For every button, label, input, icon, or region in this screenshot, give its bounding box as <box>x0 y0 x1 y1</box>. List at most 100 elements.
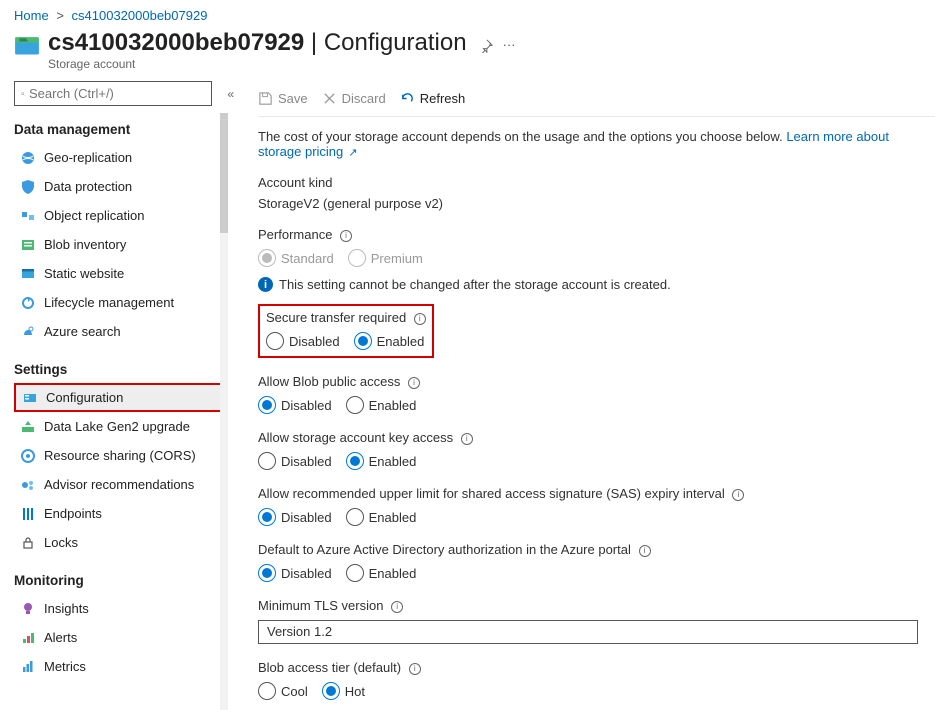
sidebar-group-data-management: Data management <box>14 122 226 137</box>
sidebar-item-azure-search[interactable]: Azure search <box>14 317 226 346</box>
chevron-right-icon: > <box>56 8 64 23</box>
breadcrumb: Home > cs410032000beb07929 <box>0 0 935 25</box>
radio-label: Disabled <box>281 454 332 469</box>
radio-label: Disabled <box>281 566 332 581</box>
sidebar-item-data-protection[interactable]: Data protection <box>14 172 226 201</box>
radio-label: Enabled <box>369 454 417 469</box>
sidebar-item-label: Locks <box>44 535 78 550</box>
blob-tier-radios: Cool Hot <box>258 682 935 700</box>
sidebar-item-label: Data Lake Gen2 upgrade <box>44 419 190 434</box>
radio-label: Enabled <box>369 566 417 581</box>
performance-radios: Standard Premium <box>258 249 935 267</box>
more-icon[interactable]: ··· <box>503 37 516 52</box>
info-icon[interactable]: i <box>408 377 420 389</box>
aad-auth-disabled-radio[interactable]: Disabled <box>258 564 332 582</box>
replication-icon <box>20 208 36 224</box>
insights-icon <box>20 601 36 617</box>
lock-icon <box>20 535 36 551</box>
inventory-icon <box>20 237 36 253</box>
sidebar: « Data management Geo-replication Data p… <box>0 81 230 710</box>
info-icon[interactable]: i <box>639 545 651 557</box>
radio-label: Disabled <box>281 398 332 413</box>
sidebar-group-settings: Settings <box>14 362 226 377</box>
intro-text: The cost of your storage account depends… <box>258 129 935 159</box>
blob-public-disabled-radio[interactable]: Disabled <box>258 396 332 414</box>
toolbar-label: Save <box>278 91 308 106</box>
blob-public-access-label: Allow Blob public access i <box>258 374 935 390</box>
info-icon[interactable]: i <box>732 489 744 501</box>
sas-expiry-radios: Disabled Enabled <box>258 508 935 526</box>
radio-label: Enabled <box>369 398 417 413</box>
sidebar-item-insights[interactable]: Insights <box>14 594 226 623</box>
main-panel: Save Discard Refresh The cost of your st… <box>230 81 935 710</box>
sidebar-item-label: Configuration <box>46 390 123 405</box>
external-link-icon: ↗ <box>345 147 357 159</box>
radio-label: Disabled <box>289 334 340 349</box>
aad-auth-enabled-radio[interactable]: Enabled <box>346 564 417 582</box>
secure-transfer-disabled-radio[interactable]: Disabled <box>266 332 340 350</box>
metrics-icon <box>20 659 36 675</box>
sidebar-search[interactable] <box>14 81 212 106</box>
sas-expiry-enabled-radio[interactable]: Enabled <box>346 508 417 526</box>
sidebar-item-endpoints[interactable]: Endpoints <box>14 499 226 528</box>
sidebar-item-object-replication[interactable]: Object replication <box>14 201 226 230</box>
content-scrollbar[interactable] <box>220 113 228 710</box>
tls-version-label: Minimum TLS version i <box>258 598 935 614</box>
sidebar-item-configuration[interactable]: Configuration <box>14 383 226 412</box>
secure-transfer-highlight: Secure transfer required i Disabled Enab… <box>258 304 434 358</box>
sidebar-item-label: Resource sharing (CORS) <box>44 448 196 463</box>
sidebar-item-advisor[interactable]: Advisor recommendations <box>14 470 226 499</box>
key-access-radios: Disabled Enabled <box>258 452 935 470</box>
search-input[interactable] <box>29 86 205 101</box>
discard-button[interactable]: Discard <box>322 91 386 106</box>
sidebar-item-lifecycle-management[interactable]: Lifecycle management <box>14 288 226 317</box>
sidebar-item-label: Data protection <box>44 179 132 194</box>
sidebar-item-geo-replication[interactable]: Geo-replication <box>14 143 226 172</box>
website-icon <box>20 266 36 282</box>
sidebar-item-static-website[interactable]: Static website <box>14 259 226 288</box>
save-icon <box>258 91 273 106</box>
save-button[interactable]: Save <box>258 91 308 106</box>
sidebar-item-metrics[interactable]: Metrics <box>14 652 226 681</box>
sidebar-item-locks[interactable]: Locks <box>14 528 226 557</box>
blob-tier-hot-radio[interactable]: Hot <box>322 682 365 700</box>
storage-account-icon <box>14 35 40 57</box>
toolbar-label: Refresh <box>420 91 466 106</box>
key-access-enabled-radio[interactable]: Enabled <box>346 452 417 470</box>
info-icon[interactable]: i <box>461 433 473 445</box>
tls-version-select[interactable]: Version 1.2 <box>258 620 918 644</box>
radio-label: Premium <box>371 251 423 266</box>
lifecycle-icon <box>20 295 36 311</box>
configuration-icon <box>22 390 38 406</box>
blob-public-enabled-radio[interactable]: Enabled <box>346 396 417 414</box>
radio-label: Disabled <box>281 510 332 525</box>
info-icon[interactable]: i <box>409 663 421 675</box>
account-kind-value: StorageV2 (general purpose v2) <box>258 196 935 211</box>
sidebar-item-label: Static website <box>44 266 124 281</box>
sidebar-item-label: Insights <box>44 601 89 616</box>
secure-transfer-enabled-radio[interactable]: Enabled <box>354 332 425 350</box>
sidebar-item-data-lake-gen2[interactable]: Data Lake Gen2 upgrade <box>14 412 226 441</box>
sidebar-item-cors[interactable]: Resource sharing (CORS) <box>14 441 226 470</box>
info-icon[interactable]: i <box>340 230 352 242</box>
sidebar-item-alerts[interactable]: Alerts <box>14 623 226 652</box>
radio-label: Enabled <box>377 334 425 349</box>
breadcrumb-home[interactable]: Home <box>14 8 49 23</box>
advisor-icon <box>20 477 36 493</box>
info-icon[interactable]: i <box>414 313 426 325</box>
breadcrumb-resource[interactable]: cs410032000beb07929 <box>72 8 208 23</box>
performance-note: iThis setting cannot be changed after th… <box>258 277 935 292</box>
toolbar-label: Discard <box>342 91 386 106</box>
sidebar-item-blob-inventory[interactable]: Blob inventory <box>14 230 226 259</box>
info-icon[interactable]: i <box>391 601 403 613</box>
performance-label: Performance i <box>258 227 935 243</box>
radio-label: Standard <box>281 251 334 266</box>
pin-icon[interactable] <box>479 39 493 56</box>
blob-tier-cool-radio[interactable]: Cool <box>258 682 308 700</box>
key-access-disabled-radio[interactable]: Disabled <box>258 452 332 470</box>
upgrade-icon <box>20 419 36 435</box>
performance-premium-radio: Premium <box>348 249 423 267</box>
performance-standard-radio: Standard <box>258 249 334 267</box>
refresh-button[interactable]: Refresh <box>400 91 466 106</box>
sas-expiry-disabled-radio[interactable]: Disabled <box>258 508 332 526</box>
